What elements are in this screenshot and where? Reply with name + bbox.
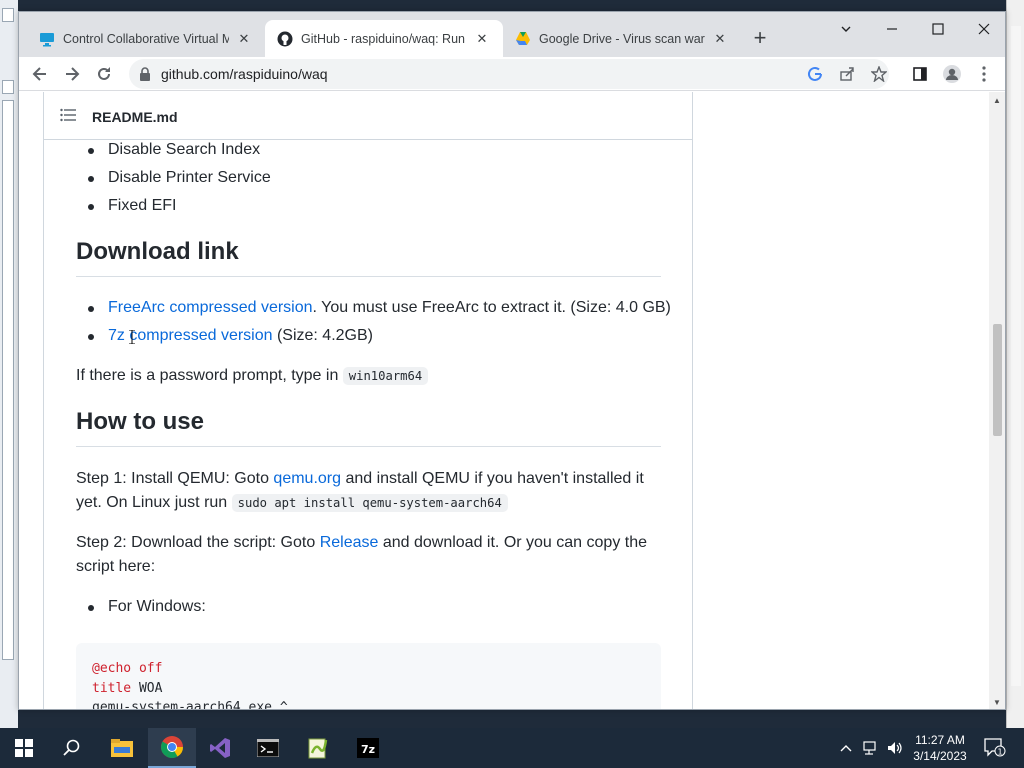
share-icon[interactable] — [835, 62, 859, 86]
desktop-fragment — [2, 80, 14, 94]
background-scrollbar — [1011, 26, 1021, 686]
more-menu-icon[interactable] — [969, 59, 999, 89]
close-icon[interactable]: ✕ — [235, 30, 253, 48]
tab-title: Google Drive - Virus scan warnin — [539, 31, 705, 46]
profile-avatar[interactable] — [937, 59, 967, 89]
desktop-left-edge — [0, 0, 18, 728]
tab-github-waq[interactable]: GitHub - raspiduino/waq: Run W ✕ — [265, 20, 503, 57]
url-text: github.com/raspiduino/waq — [161, 66, 328, 82]
readme-filename: README.md — [92, 109, 178, 125]
list-item: 7z compressed version (Size: 4.2GB) — [88, 324, 373, 348]
close-icon[interactable]: ✕ — [711, 30, 729, 48]
tab-title: Control Collaborative Virtual Ma — [63, 31, 229, 46]
password-text: If there is a password prompt, type in — [76, 367, 343, 384]
forward-button[interactable] — [57, 59, 87, 89]
list-item: FreeArc compressed version. You must use… — [88, 296, 671, 320]
tab-strip: Control Collaborative Virtual Ma ✕ GitHu… — [19, 12, 1005, 57]
code-line: qemu-system-aarch64.exe ^ — [92, 700, 288, 710]
readme-header: README.md — [43, 92, 693, 140]
list-item: Disable Search Index — [87, 138, 260, 162]
taskbar: 7z 11:27 AM 3/14/2023 1 — [0, 728, 1024, 768]
terminal-icon[interactable] — [244, 728, 292, 768]
freearc-download-link[interactable]: FreeArc compressed version — [108, 299, 313, 316]
tab-control-collaborative[interactable]: Control Collaborative Virtual Ma ✕ — [27, 20, 265, 57]
address-bar[interactable]: github.com/raspiduino/waq — [129, 59, 889, 89]
scroll-down-icon[interactable]: ▼ — [993, 698, 1001, 707]
step2-paragraph: Step 2: Download the script: Goto Releas… — [76, 531, 661, 579]
password-paragraph: If there is a password prompt, type in w… — [76, 364, 661, 388]
bookmark-star-icon[interactable] — [867, 62, 891, 86]
lock-icon[interactable] — [139, 67, 151, 86]
heading-how-to-use: How to use — [76, 408, 661, 447]
step1-text: and install QEMU if you haven't installe… — [341, 470, 644, 487]
show-hidden-icons-icon[interactable] — [836, 728, 856, 768]
new-tab-button[interactable]: + — [747, 26, 773, 52]
qemu-link[interactable]: qemu.org — [273, 470, 341, 487]
step1-text: Step 1: Install QEMU: Goto — [76, 470, 274, 487]
maximize-button[interactable] — [915, 14, 961, 44]
step2-text: script here: — [76, 558, 156, 575]
google-drive-icon — [515, 31, 531, 47]
volume-icon[interactable] — [884, 728, 906, 768]
search-icon[interactable] — [48, 728, 96, 768]
desktop-window-fragment — [2, 100, 14, 660]
list-item-text: (Size: 4.2GB) — [272, 327, 373, 344]
notification-count: 1 — [997, 748, 1002, 757]
google-lens-icon[interactable] — [803, 62, 827, 86]
system-clock[interactable]: 11:27 AM 3/14/2023 — [906, 732, 974, 764]
table-of-contents-icon[interactable] — [60, 108, 76, 127]
browser-window: Control Collaborative Virtual Ma ✕ GitHu… — [18, 11, 1006, 710]
close-icon[interactable]: ✕ — [473, 30, 491, 48]
list-item-text: . You must use FreeArc to extract it. (S… — [312, 299, 671, 316]
tab-title: GitHub - raspiduino/waq: Run W — [301, 31, 467, 46]
start-button[interactable] — [0, 728, 48, 768]
password-code: win10arm64 — [342, 367, 429, 385]
scroll-up-icon[interactable]: ▲ — [993, 96, 1001, 105]
step1-paragraph: Step 1: Install QEMU: Goto qemu.org and … — [76, 467, 661, 515]
notepad-plus-icon[interactable] — [294, 728, 342, 768]
apt-install-code: sudo apt install qemu-system-aarch64 — [231, 494, 508, 512]
7zip-icon[interactable]: 7z — [344, 728, 392, 768]
clock-date: 3/14/2023 — [913, 749, 967, 763]
tab-google-drive[interactable]: Google Drive - Virus scan warnin ✕ — [503, 20, 741, 57]
step2-text: and download it. Or you can copy the — [378, 534, 647, 551]
chrome-icon[interactable] — [148, 728, 196, 768]
code-line: @echo off — [92, 661, 163, 676]
tab-search-button[interactable] — [823, 14, 869, 44]
page-scrollbar[interactable]: ▲ ▼ — [989, 92, 1005, 709]
github-icon — [277, 31, 293, 47]
back-button[interactable] — [25, 59, 55, 89]
visual-studio-icon[interactable] — [196, 728, 244, 768]
close-window-button[interactable] — [961, 14, 1005, 44]
clock-time: 11:27 AM — [915, 733, 965, 747]
desktop-fragment — [2, 8, 14, 22]
scrollbar-thumb[interactable] — [993, 324, 1002, 436]
notification-center-icon[interactable]: 1 — [980, 728, 1010, 768]
code-line: title WOA — [92, 680, 163, 696]
list-item: For Windows: — [88, 595, 206, 619]
minimize-button[interactable] — [869, 14, 915, 44]
code-block[interactable]: @echo off title WOA qemu-system-aarch64.… — [76, 643, 661, 710]
browser-toolbar: github.com/raspiduino/waq — [19, 57, 1005, 91]
step2-text: Step 2: Download the script: Goto — [76, 534, 320, 551]
step1-text: yet. On Linux just run — [76, 494, 232, 511]
monitor-icon — [39, 31, 55, 47]
page-content: Disable Search Index Disable Printer Ser… — [19, 92, 991, 710]
reload-button[interactable] — [89, 59, 119, 89]
text-cursor-icon — [129, 330, 135, 344]
desktop-right-edge — [1006, 0, 1024, 728]
file-explorer-icon[interactable] — [98, 728, 146, 768]
list-item: Fixed EFI — [87, 194, 176, 218]
release-link[interactable]: Release — [320, 534, 379, 551]
heading-download-link: Download link — [76, 238, 661, 277]
svg-text:7z: 7z — [361, 743, 375, 756]
list-item: Disable Printer Service — [88, 166, 271, 190]
side-panel-icon[interactable] — [905, 59, 935, 89]
network-icon[interactable] — [860, 728, 882, 768]
